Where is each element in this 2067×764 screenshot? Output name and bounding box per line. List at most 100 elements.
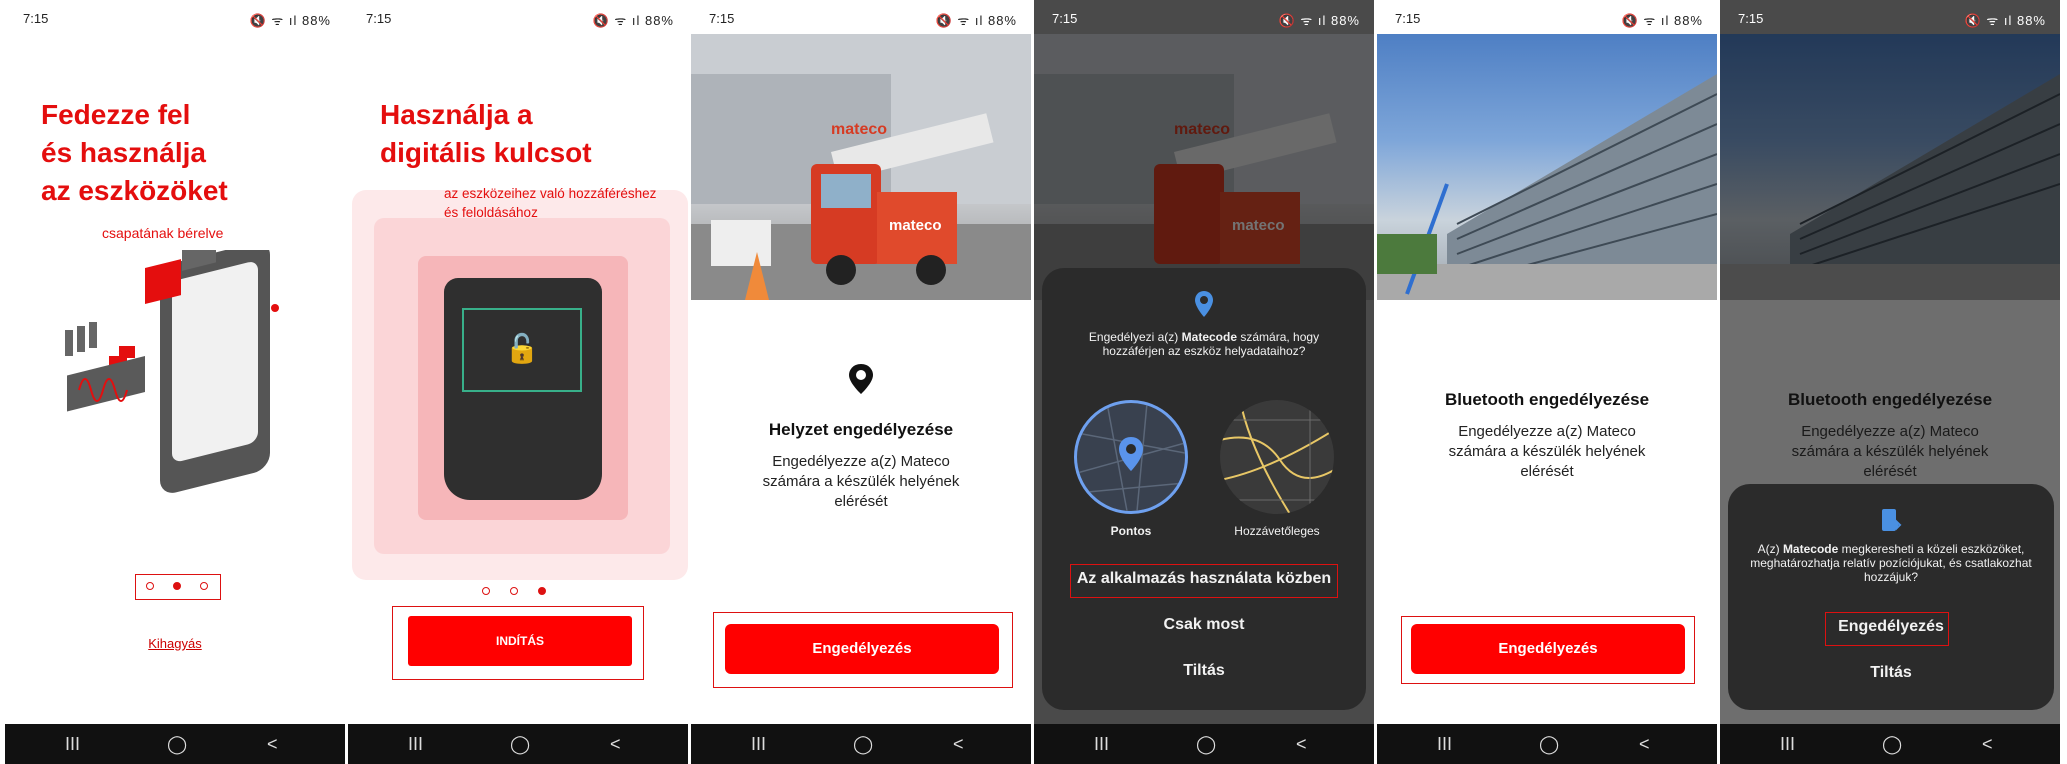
- page-subtitle: csapatának bérelve: [102, 225, 224, 241]
- nearby-devices-icon: [1880, 508, 1902, 534]
- back-button[interactable]: <: [1296, 734, 1307, 755]
- permission-body: Engedélyezze a(z) Mateco számára a készü…: [721, 452, 1001, 512]
- dialog-prompt: Engedélyezi a(z) Matecode számára, hogy …: [1062, 330, 1346, 358]
- allow-only-now-button[interactable]: Csak most: [1042, 616, 1366, 634]
- system-nav-bar: III ◯ <: [1034, 724, 1374, 764]
- home-button[interactable]: ◯: [510, 734, 530, 755]
- permission-body: Engedélyezze a(z) Mateco számára a készü…: [1407, 422, 1687, 482]
- screen-location-system-dialog: 7:15 🔇 ᯤ ıl 88% mateco mateco Engedélyez…: [1034, 0, 1374, 764]
- location-pin-icon: [845, 362, 877, 394]
- deny-button[interactable]: Tiltás: [1728, 664, 2054, 682]
- approximate-label: Hozzávetőleges: [1234, 524, 1320, 538]
- truck-illustration: mateco mateco: [691, 34, 1031, 300]
- page-dot-active[interactable]: [173, 582, 181, 590]
- precise-label: Pontos: [1110, 524, 1152, 538]
- status-time: 7:15: [1738, 11, 1764, 26]
- allow-while-using-button[interactable]: Az alkalmazás használata közben: [1042, 570, 1366, 588]
- recent-apps-button[interactable]: III: [1094, 734, 1109, 755]
- title-line: az eszközöket: [41, 175, 228, 206]
- title-line: Használja a: [380, 99, 533, 130]
- back-button[interactable]: <: [610, 734, 621, 755]
- status-bar: 7:15 🔇 ᯤ ıl 88%: [1377, 0, 1717, 34]
- system-nav-bar: III ◯ <: [348, 724, 688, 764]
- home-button[interactable]: ◯: [1196, 734, 1216, 755]
- home-button[interactable]: ◯: [1539, 734, 1559, 755]
- page-subtitle: az eszközeihez való hozzáféréshez és fel…: [444, 184, 656, 222]
- recent-apps-button[interactable]: III: [65, 734, 80, 755]
- location-pin-icon: [1192, 290, 1216, 318]
- system-nav-bar: III ◯ <: [1377, 724, 1717, 764]
- phone-illustration: [65, 250, 279, 493]
- page-title: Fedezze fel és használja az eszközöket: [41, 96, 228, 210]
- screen-bluetooth-system-dialog: 7:15 🔇 ᯤ ıl 88% Bluetooth engedélyezése …: [1720, 0, 2060, 764]
- screen-location-permission: 7:15 🔇 ᯤ ıl 88% mateco mateco Helyzet en…: [691, 0, 1031, 764]
- back-button[interactable]: <: [1639, 734, 1650, 755]
- body-line: elérését: [834, 493, 888, 510]
- back-button[interactable]: <: [953, 734, 964, 755]
- unlock-icon: 🔓: [462, 308, 582, 392]
- home-button[interactable]: ◯: [1882, 734, 1902, 755]
- page-title: Használja a digitális kulcsot: [380, 96, 592, 172]
- hero-photo-truck: mateco mateco: [1034, 34, 1374, 300]
- allow-button[interactable]: Engedélyezés: [1728, 618, 2054, 636]
- precise-location-map[interactable]: [1074, 400, 1188, 514]
- home-button[interactable]: ◯: [853, 734, 873, 755]
- prompt-prefix: Engedélyezi a(z): [1088, 330, 1179, 344]
- dialog-prompt: A(z) Matecode megkeresheti a közeli eszk…: [1748, 542, 2034, 584]
- deny-button[interactable]: Tiltás: [1042, 662, 1366, 680]
- status-bar: 7:15 🔇 ᯤ ıl 88%: [1034, 0, 1374, 34]
- status-bar: 7:15 🔇 ᯤ ıl 88%: [1720, 0, 2060, 34]
- body-line: számára a készülék helyének: [1791, 443, 1989, 460]
- system-nav-bar: III ◯ <: [1720, 724, 2060, 764]
- start-button[interactable]: INDÍTÁS: [408, 616, 632, 666]
- body-line: Engedélyezze a(z) Mateco: [772, 453, 950, 470]
- status-bar: 7:15 🔇 ᯤ ıl 88%: [348, 0, 688, 34]
- title-line: digitális kulcsot: [380, 137, 592, 168]
- page-dot[interactable]: [510, 587, 518, 595]
- approximate-location-map[interactable]: [1220, 400, 1334, 514]
- page-indicator: [135, 574, 221, 600]
- permission-title: Bluetooth engedélyezése: [1787, 390, 1993, 409]
- page-dot[interactable]: [146, 582, 154, 590]
- home-button[interactable]: ◯: [167, 734, 187, 755]
- skip-link[interactable]: Kihagyás: [5, 636, 345, 651]
- building-illustration: [1377, 74, 1717, 300]
- scrim: [1034, 34, 1374, 300]
- subtitle-line: az eszközeihez való hozzáféréshez: [444, 186, 657, 201]
- page-dot[interactable]: [200, 582, 208, 590]
- page-dot[interactable]: [482, 587, 490, 595]
- screen-bluetooth-permission: 7:15 🔇 ᯤ ıl 88% Bluetooth engedélyezése …: [1377, 0, 1717, 764]
- status-icons: 🔇 ᯤ ıl 88%: [592, 13, 674, 28]
- back-button[interactable]: <: [267, 734, 278, 755]
- status-bar: 7:15 🔇 ᯤ ıl 88%: [691, 0, 1031, 34]
- body-line: Engedélyezze a(z) Mateco: [1801, 423, 1979, 440]
- bluetooth-permission-dialog: A(z) Matecode megkeresheti a közeli eszk…: [1728, 484, 2054, 710]
- hero-photo-building: [1377, 34, 1717, 300]
- body-line: számára a készülék helyének: [762, 473, 960, 490]
- allow-button[interactable]: Engedélyezés: [725, 624, 999, 674]
- screen-onboarding-digital-key: 7:15 🔇 ᯤ ıl 88% Használja a digitális ku…: [348, 0, 688, 764]
- status-icons: 🔇 ᯤ ıl 88%: [935, 13, 1017, 28]
- permission-title: Bluetooth engedélyezése: [1444, 390, 1650, 409]
- recent-apps-button[interactable]: III: [1780, 734, 1795, 755]
- body-line: elérését: [1520, 463, 1574, 480]
- scrim: [1720, 34, 2060, 300]
- permission-title: Helyzet engedélyezése: [768, 420, 954, 439]
- body-line: elérését: [1863, 463, 1917, 480]
- back-button[interactable]: <: [1982, 734, 1993, 755]
- allow-button[interactable]: Engedélyezés: [1411, 624, 1685, 674]
- recent-apps-button[interactable]: III: [751, 734, 766, 755]
- page-indicator: [482, 580, 562, 596]
- truck-brand-text-side: mateco: [889, 217, 942, 234]
- recent-apps-button[interactable]: III: [1437, 734, 1452, 755]
- recent-apps-button[interactable]: III: [408, 734, 423, 755]
- page-dot-active[interactable]: [538, 587, 546, 595]
- prompt-app-name: Matecode: [1782, 542, 1839, 556]
- location-permission-dialog: Engedélyezi a(z) Matecode számára, hogy …: [1042, 268, 1366, 710]
- status-bar: 7:15 🔇 ᯤ ıl 88%: [5, 0, 345, 34]
- title-line: és használja: [41, 137, 206, 168]
- hero-photo-truck: mateco mateco: [691, 34, 1031, 300]
- status-icons: 🔇 ᯤ ıl 88%: [249, 13, 331, 28]
- status-icons: 🔇 ᯤ ıl 88%: [1964, 13, 2046, 28]
- body-line: Engedélyezze a(z) Mateco: [1458, 423, 1636, 440]
